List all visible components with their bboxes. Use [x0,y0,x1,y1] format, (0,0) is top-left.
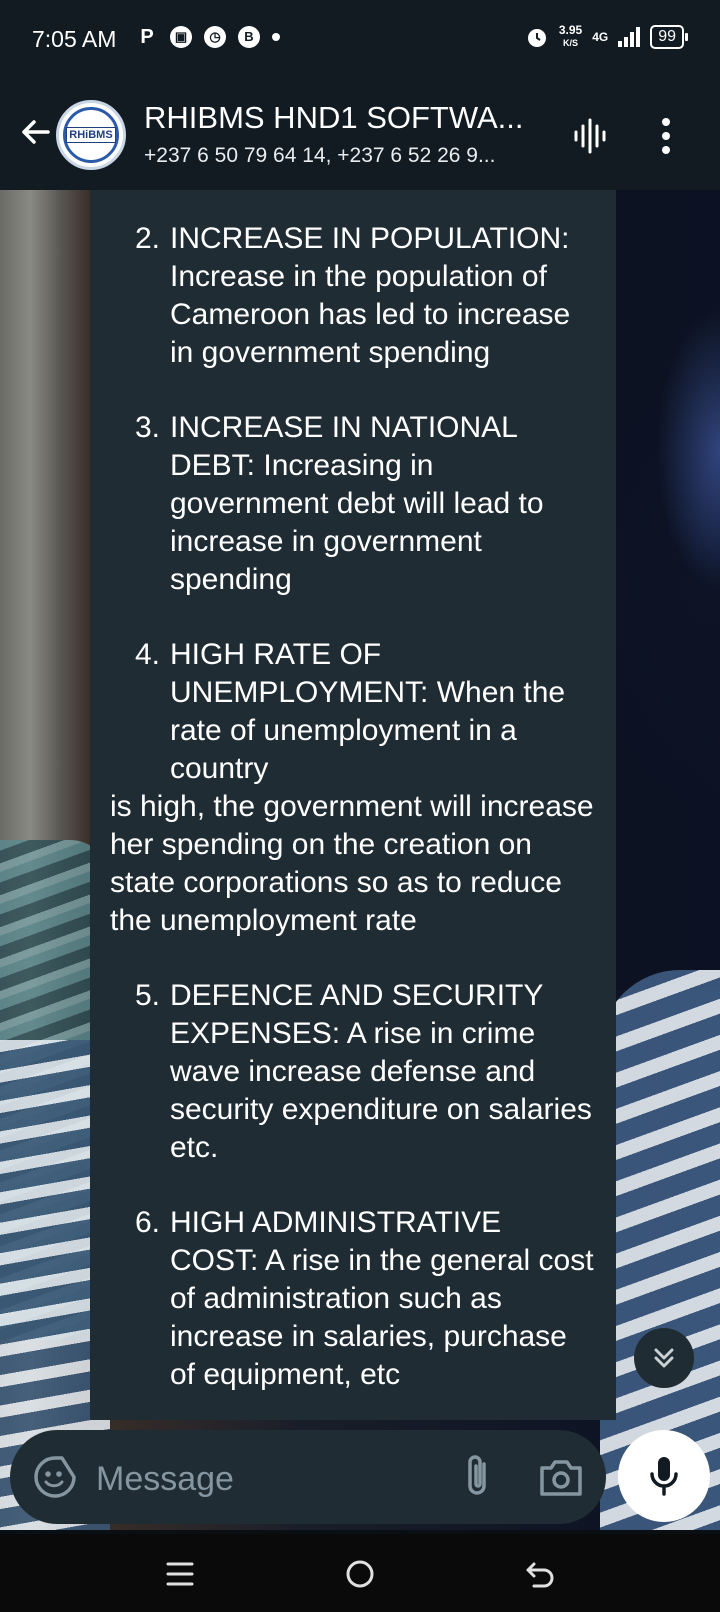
camera-icon[interactable] [538,1456,584,1498]
chat-participants[interactable]: +237 6 50 79 64 14, +237 6 52 26 9... [144,144,495,168]
avatar-logo-text: RHiBMS [66,127,116,143]
alarm-icon: ◷ [204,26,226,48]
parking-icon: P [140,26,154,48]
list-item: 6. HIGH ADMINISTRATIVE COST: A rise in t… [110,1204,596,1394]
message-text: 2. INCREASE IN POPULATION: Increase in t… [90,190,616,1394]
list-item: 2. INCREASE IN POPULATION: Increase in t… [110,220,596,372]
list-number: 6. [134,1206,160,1239]
chat-header: RHiBMS RHIBMS HND1 SOFTWA... +237 6 50 7… [0,80,720,190]
double-chevron-down-icon [654,1348,674,1368]
chat-title[interactable]: RHIBMS HND1 SOFTWA... [144,100,523,136]
list-number: 5. [134,979,160,1012]
net-speed-unit: K/S [563,38,579,48]
list-number: 4. [134,638,160,671]
voice-record-button[interactable] [618,1430,710,1522]
message-bubble[interactable]: 2. INCREASE IN POPULATION: Increase in t… [90,190,616,1420]
system-nav-bar [0,1534,720,1612]
status-time: 7:05 AM [32,26,117,52]
message-icon: ▣ [170,26,192,48]
dot-icon [272,33,280,41]
logo-ring: RHiBMS [63,107,119,163]
microphone-icon [650,1457,678,1496]
back-nav-icon[interactable] [520,1554,560,1594]
group-avatar[interactable]: RHiBMS [56,100,126,170]
back-arrow-icon[interactable] [14,110,58,154]
list-text: INCREASE IN NATIONAL DEBT: Increasing in… [170,411,544,596]
list-item: 5. DEFENCE AND SECURITY EXPENSES: A rise… [110,977,596,1167]
voice-chat-icon[interactable] [570,116,610,156]
net-speed-value: 3.95 [558,23,583,37]
network-type: 4G [592,30,609,44]
list-number: 2. [134,222,160,255]
list-text: DEFENCE AND SECURITY EXPENSES: A rise in… [170,979,592,1164]
status-bar: 7:05 AM P ▣ ◷ B 3.95 K/S 4G 99 [0,0,720,80]
list-text: INCREASE IN POPULATION: Increase in the … [170,222,571,369]
message-composer [10,1430,606,1524]
list-number: 3. [134,411,160,444]
system-indicators: 3.95 K/S 4G 99 [525,24,688,50]
attach-icon[interactable] [458,1454,498,1500]
alarm-clock-icon [527,29,546,47]
list-text: HIGH ADMINISTRATIVE COST: A rise in the … [170,1206,594,1391]
list-item: 3. INCREASE IN NATIONAL DEBT: Increasing… [110,409,596,599]
battery-level: 99 [650,25,688,49]
b-icon: B [238,26,260,48]
net-speed: 3.95 K/S [559,24,582,50]
signal-icon [618,27,641,47]
message-input[interactable] [94,1450,438,1508]
recent-apps-icon[interactable] [160,1554,200,1594]
scroll-to-bottom-button[interactable] [634,1328,694,1388]
continuation-paragraph: is high, the government will increase he… [110,790,594,937]
list-text: HIGH RATE OF UNEMPLOYMENT: When the rate… [170,638,566,785]
list-item: 4. HIGH RATE OF UNEMPLOYMENT: When the r… [110,636,596,788]
home-icon[interactable] [340,1554,380,1594]
wallpaper-shadow [600,190,720,990]
notification-icons: P ▣ ◷ B [136,26,280,48]
more-options-icon[interactable] [656,116,676,156]
sticker-emoji-icon[interactable] [32,1454,78,1500]
